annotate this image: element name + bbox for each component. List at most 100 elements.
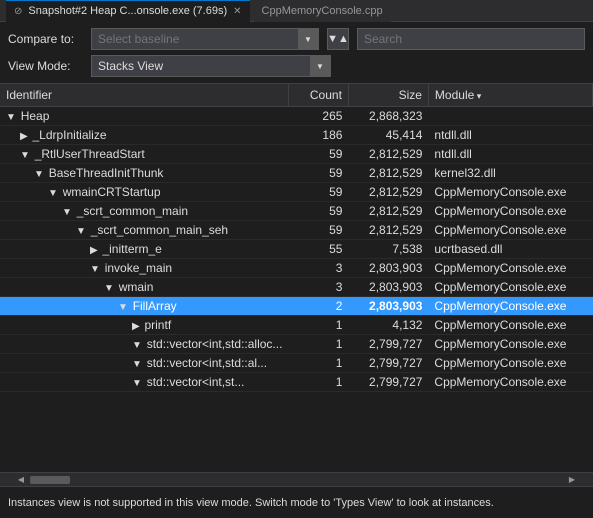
row-count: 59 (288, 164, 348, 183)
viewmode-input[interactable] (92, 59, 310, 73)
row-module: ucrtbased.dll (428, 240, 592, 259)
col-identifier[interactable]: Identifier (0, 84, 288, 107)
row-name: _LdrpInitialize (32, 128, 106, 142)
tree-icon: ▼ (104, 283, 117, 294)
row-module: kernel32.dll (428, 164, 592, 183)
row-module: CppMemoryConsole.exe (428, 278, 592, 297)
row-module (428, 107, 592, 126)
col-module[interactable]: Module (428, 84, 592, 107)
row-size: 7,538 (348, 240, 428, 259)
table-container: Identifier Count Size Module ▼ Heap2652,… (0, 84, 593, 472)
table-row[interactable]: ▼ _scrt_common_main592,812,529CppMemoryC… (0, 202, 593, 221)
row-name: _scrt_common_main_seh (91, 223, 228, 237)
table-row[interactable]: ▼ wmain32,803,903CppMemoryConsole.exe (0, 278, 593, 297)
filter-button[interactable]: ▼▲ (327, 28, 349, 50)
table-row[interactable]: ▶ _initterm_e557,538ucrtbased.dll (0, 240, 593, 259)
row-size: 2,799,727 (348, 373, 428, 392)
row-count: 59 (288, 183, 348, 202)
table-row[interactable]: ▶ _LdrpInitialize 18645,414ntdll.dll (0, 126, 593, 145)
row-module: CppMemoryConsole.exe (428, 183, 592, 202)
row-module: ntdll.dll (428, 126, 592, 145)
toolbar: Compare to: ▼ ▼▲ View Mode: ▼ (0, 22, 593, 84)
row-count: 1 (288, 335, 348, 354)
row-module: CppMemoryConsole.exe (428, 202, 592, 221)
viewmode-combo[interactable]: ▼ (91, 55, 331, 77)
row-size: 2,868,323 (348, 107, 428, 126)
row-name: FillArray (133, 299, 177, 313)
tree-icon: ▶ (90, 245, 100, 256)
scroll-thumb[interactable] (30, 476, 70, 484)
row-size: 2,799,727 (348, 354, 428, 373)
table-row[interactable]: ▼ FillArray22,803,903CppMemoryConsole.ex… (0, 297, 593, 316)
row-count: 3 (288, 259, 348, 278)
row-module: CppMemoryConsole.exe (428, 221, 592, 240)
row-name: _initterm_e (102, 242, 161, 256)
tree-icon: ▼ (132, 340, 145, 351)
row-count: 186 (288, 126, 348, 145)
tree-icon: ▼ (6, 112, 19, 123)
row-size: 4,132 (348, 316, 428, 335)
pin-icon: ⊘ (14, 6, 22, 17)
row-module: CppMemoryConsole.exe (428, 259, 592, 278)
row-count: 59 (288, 145, 348, 164)
tree-icon: ▶ (132, 321, 142, 332)
tab-cpp-label: CppMemoryConsole.cpp (262, 5, 383, 17)
row-size: 2,803,903 (348, 259, 428, 278)
row-count: 2 (288, 297, 348, 316)
col-count[interactable]: Count (288, 84, 348, 107)
filter-icon: ▼▲ (327, 33, 349, 45)
col-size[interactable]: Size (348, 84, 428, 107)
search-box[interactable] (357, 28, 585, 50)
row-name: printf (144, 318, 171, 332)
row-size: 2,803,903 (348, 297, 428, 316)
row-module: CppMemoryConsole.exe (428, 373, 592, 392)
row-size: 2,812,529 (348, 221, 428, 240)
row-module: CppMemoryConsole.exe (428, 354, 592, 373)
table-row[interactable]: ▼ std::vector<int,std::al...12,799,727Cp… (0, 354, 593, 373)
table-row[interactable]: ▼ std::vector<int,std::alloc...12,799,72… (0, 335, 593, 354)
baseline-arrow[interactable]: ▼ (298, 28, 318, 50)
viewmode-arrow[interactable]: ▼ (310, 55, 330, 77)
table-row[interactable]: ▼ BaseThreadInitThunk 592,812,529kernel32… (0, 164, 593, 183)
status-message: Instances view is not supported in this … (8, 497, 494, 509)
row-name: BaseThreadInitThunk (49, 166, 164, 180)
row-count: 1 (288, 316, 348, 335)
baseline-combo[interactable]: ▼ (91, 28, 319, 50)
tab-snapshot-close[interactable]: ✕ (233, 6, 241, 17)
row-count: 1 (288, 373, 348, 392)
table-row[interactable]: ▼ std::vector<int,st... 12,799,727CppMemo… (0, 373, 593, 392)
table-row[interactable]: ▼ _RtlUserThreadStart592,812,529ntdll.dl… (0, 145, 593, 164)
row-count: 59 (288, 202, 348, 221)
table-row[interactable]: ▼ invoke_main32,803,903CppMemoryConsole.… (0, 259, 593, 278)
row-module: ntdll.dll (428, 145, 592, 164)
row-name: std::vector<int,std::alloc... (147, 337, 283, 351)
tab-snapshot[interactable]: ⊘ Snapshot#2 Heap C...onsole.exe (7.69s)… (6, 0, 250, 22)
tree-icon: ▼ (132, 378, 145, 389)
row-size: 45,414 (348, 126, 428, 145)
row-name: _RtlUserThreadStart (35, 147, 145, 161)
baseline-input[interactable] (92, 32, 298, 46)
title-bar: ⊘ Snapshot#2 Heap C...onsole.exe (7.69s)… (0, 0, 593, 22)
table-row[interactable]: ▼ Heap2652,868,323 (0, 107, 593, 126)
row-count: 59 (288, 221, 348, 240)
tab-snapshot-label: Snapshot#2 Heap C...onsole.exe (7.69s) (28, 5, 227, 17)
row-size: 2,812,529 (348, 202, 428, 221)
row-name: wmainCRTStartup (63, 185, 161, 199)
table-row[interactable]: ▼ _scrt_common_main_seh592,812,529CppMem… (0, 221, 593, 240)
viewmode-label: View Mode: (8, 59, 83, 73)
row-module: CppMemoryConsole.exe (428, 335, 592, 354)
tab-cpp[interactable]: CppMemoryConsole.cpp (254, 0, 391, 22)
row-name: std::vector<int,st... (147, 375, 245, 389)
row-size: 2,812,529 (348, 164, 428, 183)
search-input[interactable] (358, 32, 584, 46)
table-row[interactable]: ▼ wmainCRTStartup592,812,529CppMemoryCon… (0, 183, 593, 202)
tree-icon: ▼ (62, 207, 75, 218)
scroll-left[interactable]: ◀ (14, 473, 28, 487)
tree-icon: ▼ (90, 264, 103, 275)
compare-label: Compare to: (8, 32, 83, 46)
tree-icon: ▼ (34, 169, 47, 180)
scroll-right[interactable]: ▶ (565, 473, 579, 487)
tree-icon: ▶ (20, 131, 30, 142)
table-row[interactable]: ▶ printf14,132CppMemoryConsole.exe (0, 316, 593, 335)
h-scrollbar[interactable]: ◀ ▶ (0, 472, 593, 486)
